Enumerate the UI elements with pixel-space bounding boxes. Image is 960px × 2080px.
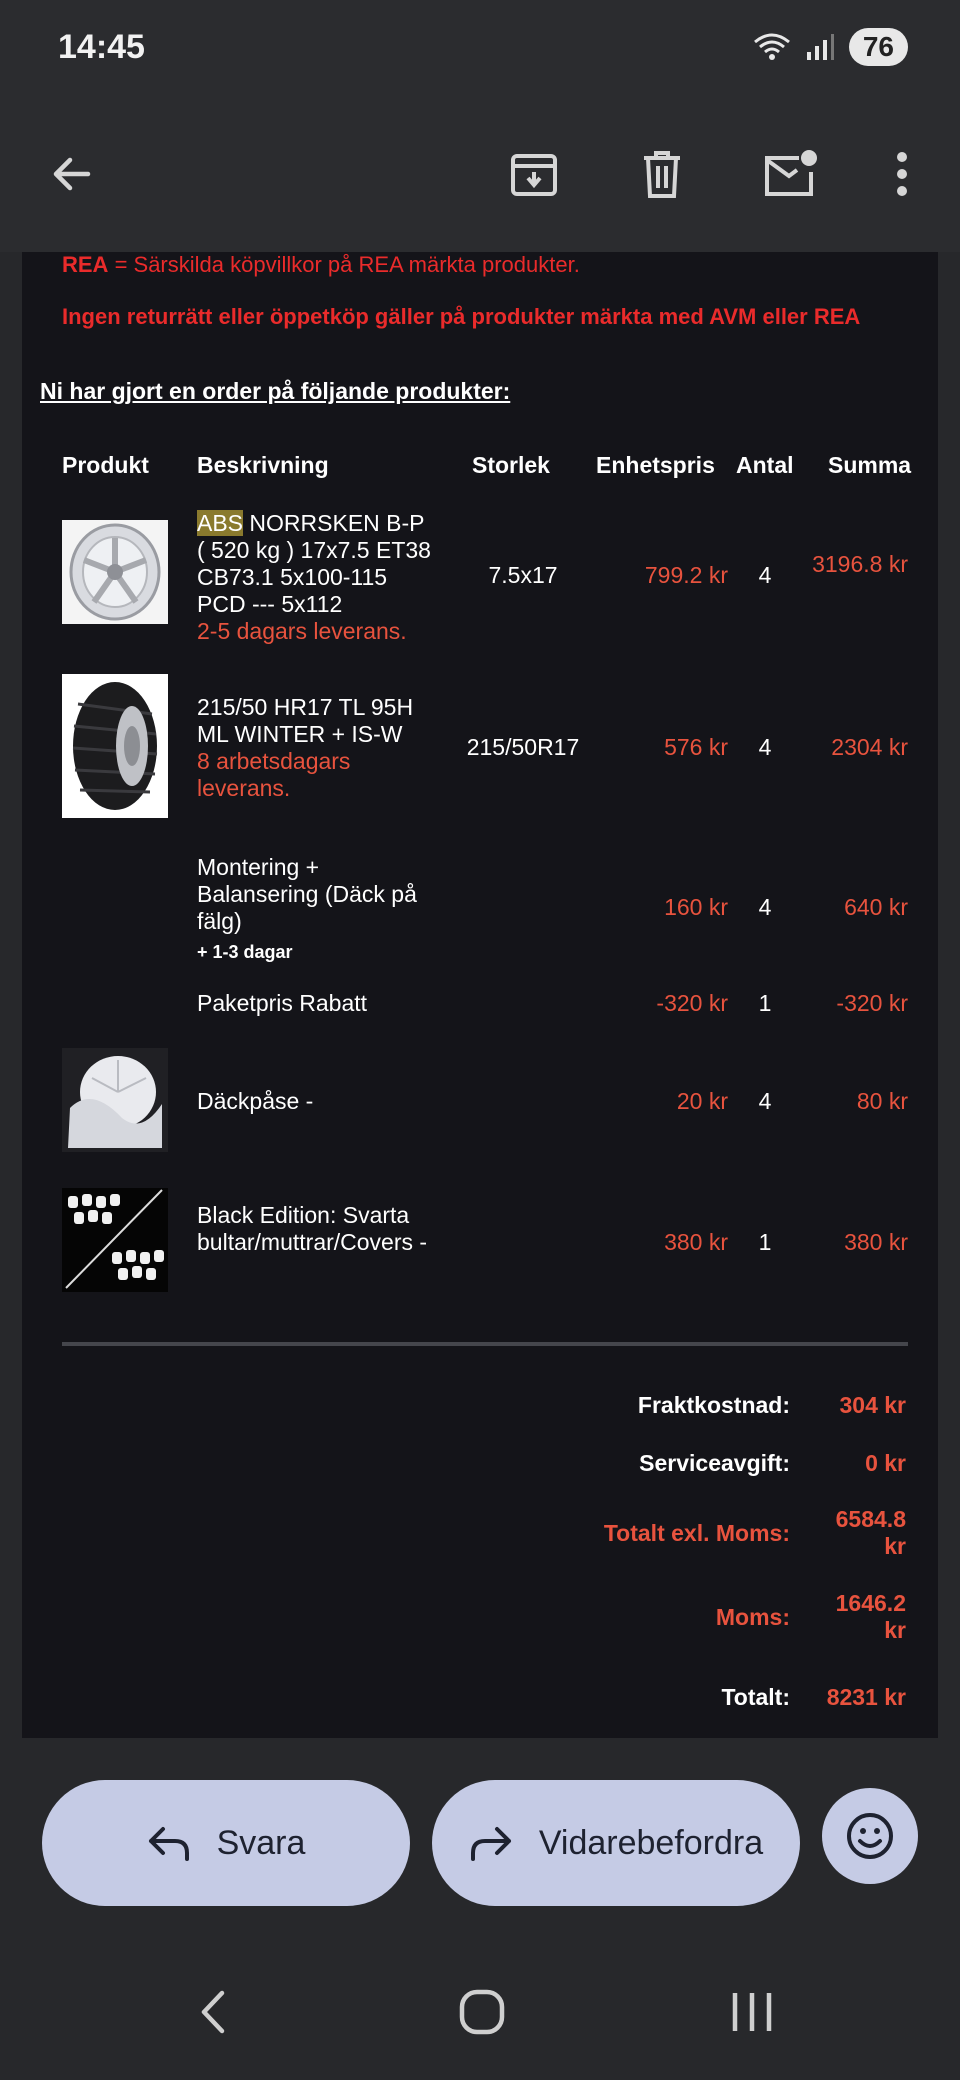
rea-text: = Särskilda köpvillkor på REA märkta pro… (108, 252, 580, 277)
more-options-button[interactable] (864, 136, 940, 212)
item-4-sum: -320 kr (836, 990, 908, 1016)
tire-bag-image (62, 1048, 168, 1152)
col-description: Beskrivning (197, 452, 329, 478)
item-1-sum: 3196.8 kr (812, 551, 908, 577)
item-6-desc: Black Edition: Svarta bultar/muttrar/Cov… (197, 1202, 428, 1255)
signal-icon (806, 34, 834, 60)
item-5-qty: 4 (758, 1088, 772, 1114)
item-2-delivery: 8 arbetsdagars leverans. (197, 748, 351, 801)
reply-bar: Svara Vidarebefordra (0, 1738, 960, 1928)
nav-home-button[interactable] (442, 1972, 522, 2052)
email-body: REA = Särskilda köpvillkor på REA märkta… (22, 252, 938, 1738)
rim-image (62, 520, 168, 624)
item-3-description: Montering + Balansering (Däck på fälg) +… (197, 854, 437, 966)
nav-recents-button[interactable] (712, 1972, 792, 2052)
mark-unread-icon (765, 150, 817, 196)
order-heading: Ni har gjort en order på följande produk… (40, 378, 511, 404)
item-2-sum: 2304 kr (831, 734, 908, 760)
total-label: Totalt: (721, 1684, 790, 1710)
item-1-size: 7.5x17 (488, 562, 558, 588)
item-1-qty: 4 (758, 562, 772, 588)
forward-icon (470, 1827, 511, 1861)
forward-label: Vidarebefordra (538, 1823, 764, 1862)
total-value: 8231 kr (826, 1684, 906, 1710)
item-4-qty: 1 (758, 990, 772, 1016)
item-1-description: ABS NORRSKEN B-P ( 520 kg ) 17x7.5 ET38 … (197, 510, 437, 645)
totals-divider (62, 1342, 908, 1346)
nav-recents-icon (732, 1993, 772, 2031)
system-nav-bar (0, 1928, 960, 2080)
nav-back-icon (201, 1990, 225, 2034)
reply-button[interactable]: Svara (42, 1780, 410, 1906)
item-3-note: + 1-3 dagar (197, 942, 293, 962)
delete-button[interactable] (624, 136, 700, 212)
mark-unread-button[interactable] (752, 136, 828, 212)
item-5-unit-price: 20 kr (676, 1088, 728, 1114)
item-3-sum: 640 kr (844, 894, 908, 920)
tyre-image (62, 674, 168, 818)
back-arrow-icon (53, 157, 91, 191)
vat-value: 1646.2 kr (835, 1590, 906, 1643)
item-6-qty: 1 (758, 1229, 772, 1255)
col-unit-price: Enhetspris (596, 452, 715, 478)
item-4-unit-price: -320 kr (656, 990, 728, 1016)
reply-icon (148, 1827, 189, 1861)
rea-key: REA (62, 252, 109, 277)
item-1-unit-price: 799.2 kr (644, 562, 728, 588)
trash-icon (644, 151, 680, 198)
item-3-unit-price: 160 kr (664, 894, 728, 920)
item-3-desc: Montering + Balansering (Däck på fälg) (197, 854, 417, 934)
nav-home-icon (459, 1989, 505, 2035)
total-excl-vat-value: 6584.8 kr (835, 1506, 906, 1559)
no-return-notice: Ingen returrätt eller öppetköp gäller på… (62, 304, 861, 329)
bolt-covers-image (62, 1188, 168, 1292)
emoji-reaction-button[interactable] (822, 1788, 918, 1884)
archive-button[interactable] (496, 136, 572, 212)
service-fee-label: Serviceavgift: (639, 1450, 790, 1476)
status-time: 14:45 (58, 28, 145, 66)
archive-icon (511, 154, 557, 196)
service-fee-value: 0 kr (865, 1450, 906, 1476)
status-bar: 14:45 76 (0, 0, 960, 96)
col-product: Produkt (62, 452, 149, 478)
item-1-highlight: ABS (197, 510, 244, 536)
item-3-qty: 4 (758, 894, 772, 920)
shipping-value: 304 kr (839, 1392, 906, 1418)
item-2-desc: 215/50 HR17 TL 95H ML WINTER + IS-W (197, 694, 414, 747)
col-qty: Antal (736, 452, 794, 478)
status-icons: 76 (753, 28, 908, 66)
rea-notice: REA = Särskilda köpvillkor på REA märkta… (62, 252, 580, 278)
item-2-qty: 4 (758, 734, 772, 760)
col-sum: Summa (828, 452, 912, 478)
battery-indicator: 76 (848, 28, 908, 66)
item-4-desc: Paketpris Rabatt (197, 990, 368, 1016)
emoji-icon (847, 1813, 893, 1859)
more-vert-icon (897, 152, 907, 196)
total-excl-vat-label: Totalt exl. Moms: (603, 1520, 790, 1546)
item-5-desc: Däckpåse - (197, 1088, 314, 1114)
col-size: Storlek (472, 452, 550, 478)
shipping-label: Fraktkostnad: (637, 1392, 790, 1418)
item-2-description: 215/50 HR17 TL 95H ML WINTER + IS-W 8 ar… (197, 694, 437, 802)
nav-back-button[interactable] (174, 1972, 254, 2052)
item-2-size: 215/50R17 (466, 734, 580, 760)
vat-label: Moms: (715, 1604, 790, 1630)
item-2-unit-price: 576 kr (664, 734, 728, 760)
forward-button[interactable]: Vidarebefordra (432, 1780, 800, 1906)
item-6-unit-price: 380 kr (664, 1229, 728, 1255)
back-button[interactable] (34, 136, 110, 212)
item-6-sum: 380 kr (844, 1229, 908, 1255)
wifi-icon (753, 33, 790, 60)
email-app-bar (0, 96, 960, 252)
item-5-sum: 80 kr (856, 1088, 908, 1114)
reply-label: Svara (216, 1823, 306, 1862)
item-1-delivery: 2-5 dagars leverans. (197, 618, 407, 644)
